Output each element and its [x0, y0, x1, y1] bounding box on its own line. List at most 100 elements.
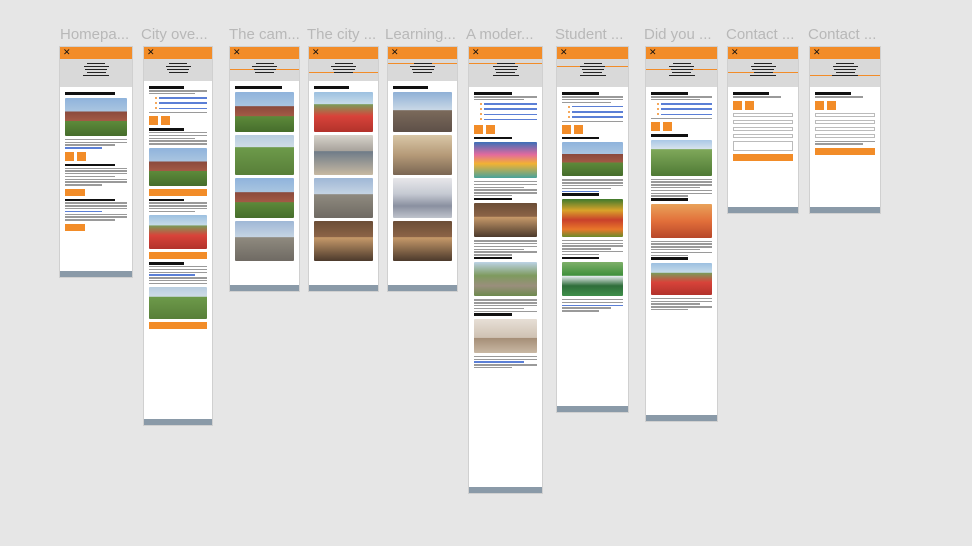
cafe-image [474, 203, 537, 238]
nav-item[interactable] [60, 62, 132, 64]
frame-learning[interactable]: ✕ [387, 46, 458, 292]
subject-field[interactable] [733, 126, 793, 131]
subject-field[interactable] [815, 126, 875, 131]
nav-item[interactable] [728, 65, 798, 67]
nav-item[interactable] [60, 71, 132, 73]
nav-menu [557, 59, 628, 87]
footer [60, 271, 132, 277]
frame-the-city[interactable]: ✕ [308, 46, 379, 292]
nav-item[interactable] [309, 65, 378, 67]
nav-item[interactable] [388, 65, 457, 67]
frame-title-a-modern[interactable]: A moder... [466, 26, 546, 43]
nav-item[interactable] [144, 65, 212, 67]
frame-the-campus[interactable]: ✕ [229, 46, 300, 292]
nav-item[interactable] [60, 65, 132, 67]
nav-item[interactable] [646, 65, 717, 67]
nav-item[interactable] [728, 62, 798, 64]
read-more-button-2[interactable] [149, 252, 207, 260]
frame-title-contact-2[interactable]: Contact ... [808, 26, 883, 43]
campus-image-4 [235, 220, 294, 261]
send-button[interactable] [815, 147, 875, 155]
nav-item[interactable] [810, 65, 880, 67]
frame-student[interactable]: ✕ [556, 46, 629, 413]
nav-item[interactable] [646, 74, 717, 76]
nav-item[interactable] [144, 68, 212, 70]
nav-menu [144, 59, 212, 81]
email-field[interactable] [815, 119, 875, 124]
nav-item[interactable] [469, 71, 542, 73]
city-flowers-image [149, 215, 207, 250]
nav-item[interactable] [810, 74, 880, 76]
nav-item[interactable] [230, 68, 299, 70]
nav-menu [230, 59, 299, 81]
read-more-button[interactable] [149, 188, 207, 196]
nav-item[interactable] [309, 68, 378, 70]
nav-item[interactable] [557, 65, 628, 67]
read-more-button-2[interactable] [65, 223, 85, 231]
frame-contact-1[interactable]: ✕ [727, 46, 799, 214]
nav-item[interactable] [230, 71, 299, 73]
frame-title-contact-1[interactable]: Contact ... [726, 26, 801, 43]
frame-title-the-city[interactable]: The city ... [307, 26, 379, 43]
message-field[interactable] [733, 140, 793, 151]
nav-item[interactable] [557, 68, 628, 70]
nav-item[interactable] [60, 68, 132, 70]
nav-item[interactable] [388, 62, 457, 64]
nav-item[interactable] [646, 62, 717, 64]
nav-item[interactable] [469, 62, 542, 64]
nav-item[interactable] [557, 74, 628, 76]
frame-homepage[interactable]: ✕ [59, 46, 133, 278]
nav-item[interactable] [810, 71, 880, 73]
nav-item[interactable] [469, 65, 542, 67]
phone-field[interactable] [733, 133, 793, 138]
nav-item[interactable] [230, 62, 299, 64]
read-more-button[interactable] [65, 188, 85, 196]
frame-title-learning[interactable]: Learning... [385, 26, 460, 43]
frame-title-the-campus[interactable]: The cam... [229, 26, 301, 43]
nav-item[interactable] [469, 74, 542, 76]
nav-item[interactable] [144, 62, 212, 64]
nav-item[interactable] [728, 71, 798, 73]
nav-menu [60, 59, 132, 87]
campus-image-2 [235, 134, 294, 175]
nav-item[interactable] [646, 71, 717, 73]
nav-item[interactable] [144, 71, 212, 73]
frame-title-student[interactable]: Student ... [555, 26, 635, 43]
frame-did-you[interactable]: ✕ [645, 46, 718, 422]
read-more-button-3[interactable] [149, 322, 207, 330]
nav-item[interactable] [469, 68, 542, 70]
nav-item[interactable] [557, 62, 628, 64]
nav-item[interactable] [230, 65, 299, 67]
yoga-class-image [474, 318, 537, 353]
name-field[interactable] [733, 112, 793, 117]
crossed-logo-icon: ✕ [472, 48, 480, 58]
send-button[interactable] [733, 153, 793, 161]
name-field[interactable] [815, 112, 875, 117]
nav-item[interactable] [388, 68, 457, 70]
nav-item[interactable] [60, 74, 132, 76]
nav-item[interactable] [646, 68, 717, 70]
social-icons [65, 151, 127, 161]
frame-city-overview[interactable]: ✕ [143, 46, 213, 426]
frame-title-did-you[interactable]: Did you ... [644, 26, 719, 43]
nav-menu [728, 59, 798, 87]
email-field[interactable] [733, 119, 793, 124]
footer [309, 285, 378, 291]
frame-contact-2[interactable]: ✕ [809, 46, 881, 214]
nav-item[interactable] [388, 71, 457, 73]
frame-title-city-overview[interactable]: City ove... [141, 26, 221, 43]
nav-item[interactable] [309, 62, 378, 64]
nav-item[interactable] [309, 71, 378, 73]
nav-item[interactable] [810, 68, 880, 70]
phone-field[interactable] [815, 133, 875, 138]
nav-item[interactable] [728, 74, 798, 76]
frame-title-homepage[interactable]: Homepa... [60, 26, 130, 43]
footer [557, 406, 628, 412]
nav-item[interactable] [557, 71, 628, 73]
nav-item[interactable] [810, 62, 880, 64]
twitter-icon [574, 124, 583, 134]
frame-a-modern[interactable]: ✕ [468, 46, 543, 494]
footer [388, 285, 457, 291]
nav-item[interactable] [728, 68, 798, 70]
crossed-logo-icon: ✕ [147, 48, 155, 58]
